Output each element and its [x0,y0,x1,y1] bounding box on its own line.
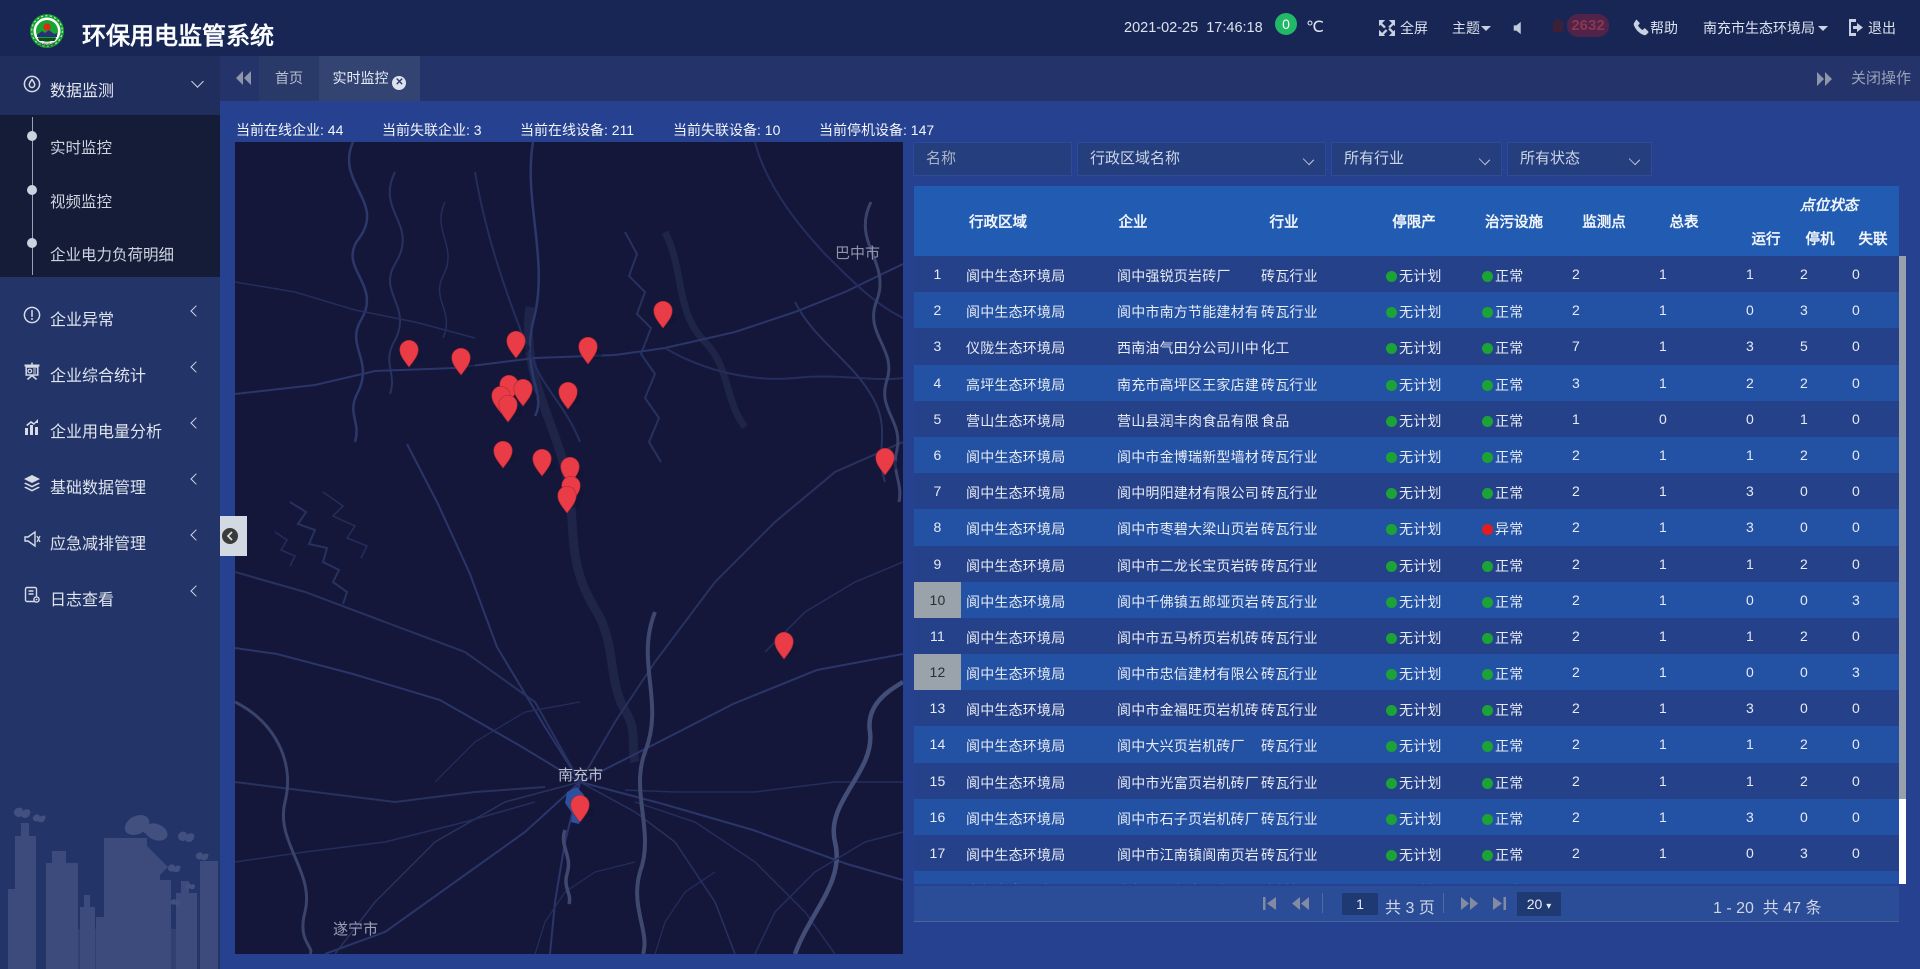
svg-text:南充市: 南充市 [558,767,603,784]
svg-text:环保监察: 环保监察 [39,41,55,47]
svg-text:遂宁市: 遂宁市 [333,921,378,938]
svg-text:巴中市: 巴中市 [835,245,880,262]
